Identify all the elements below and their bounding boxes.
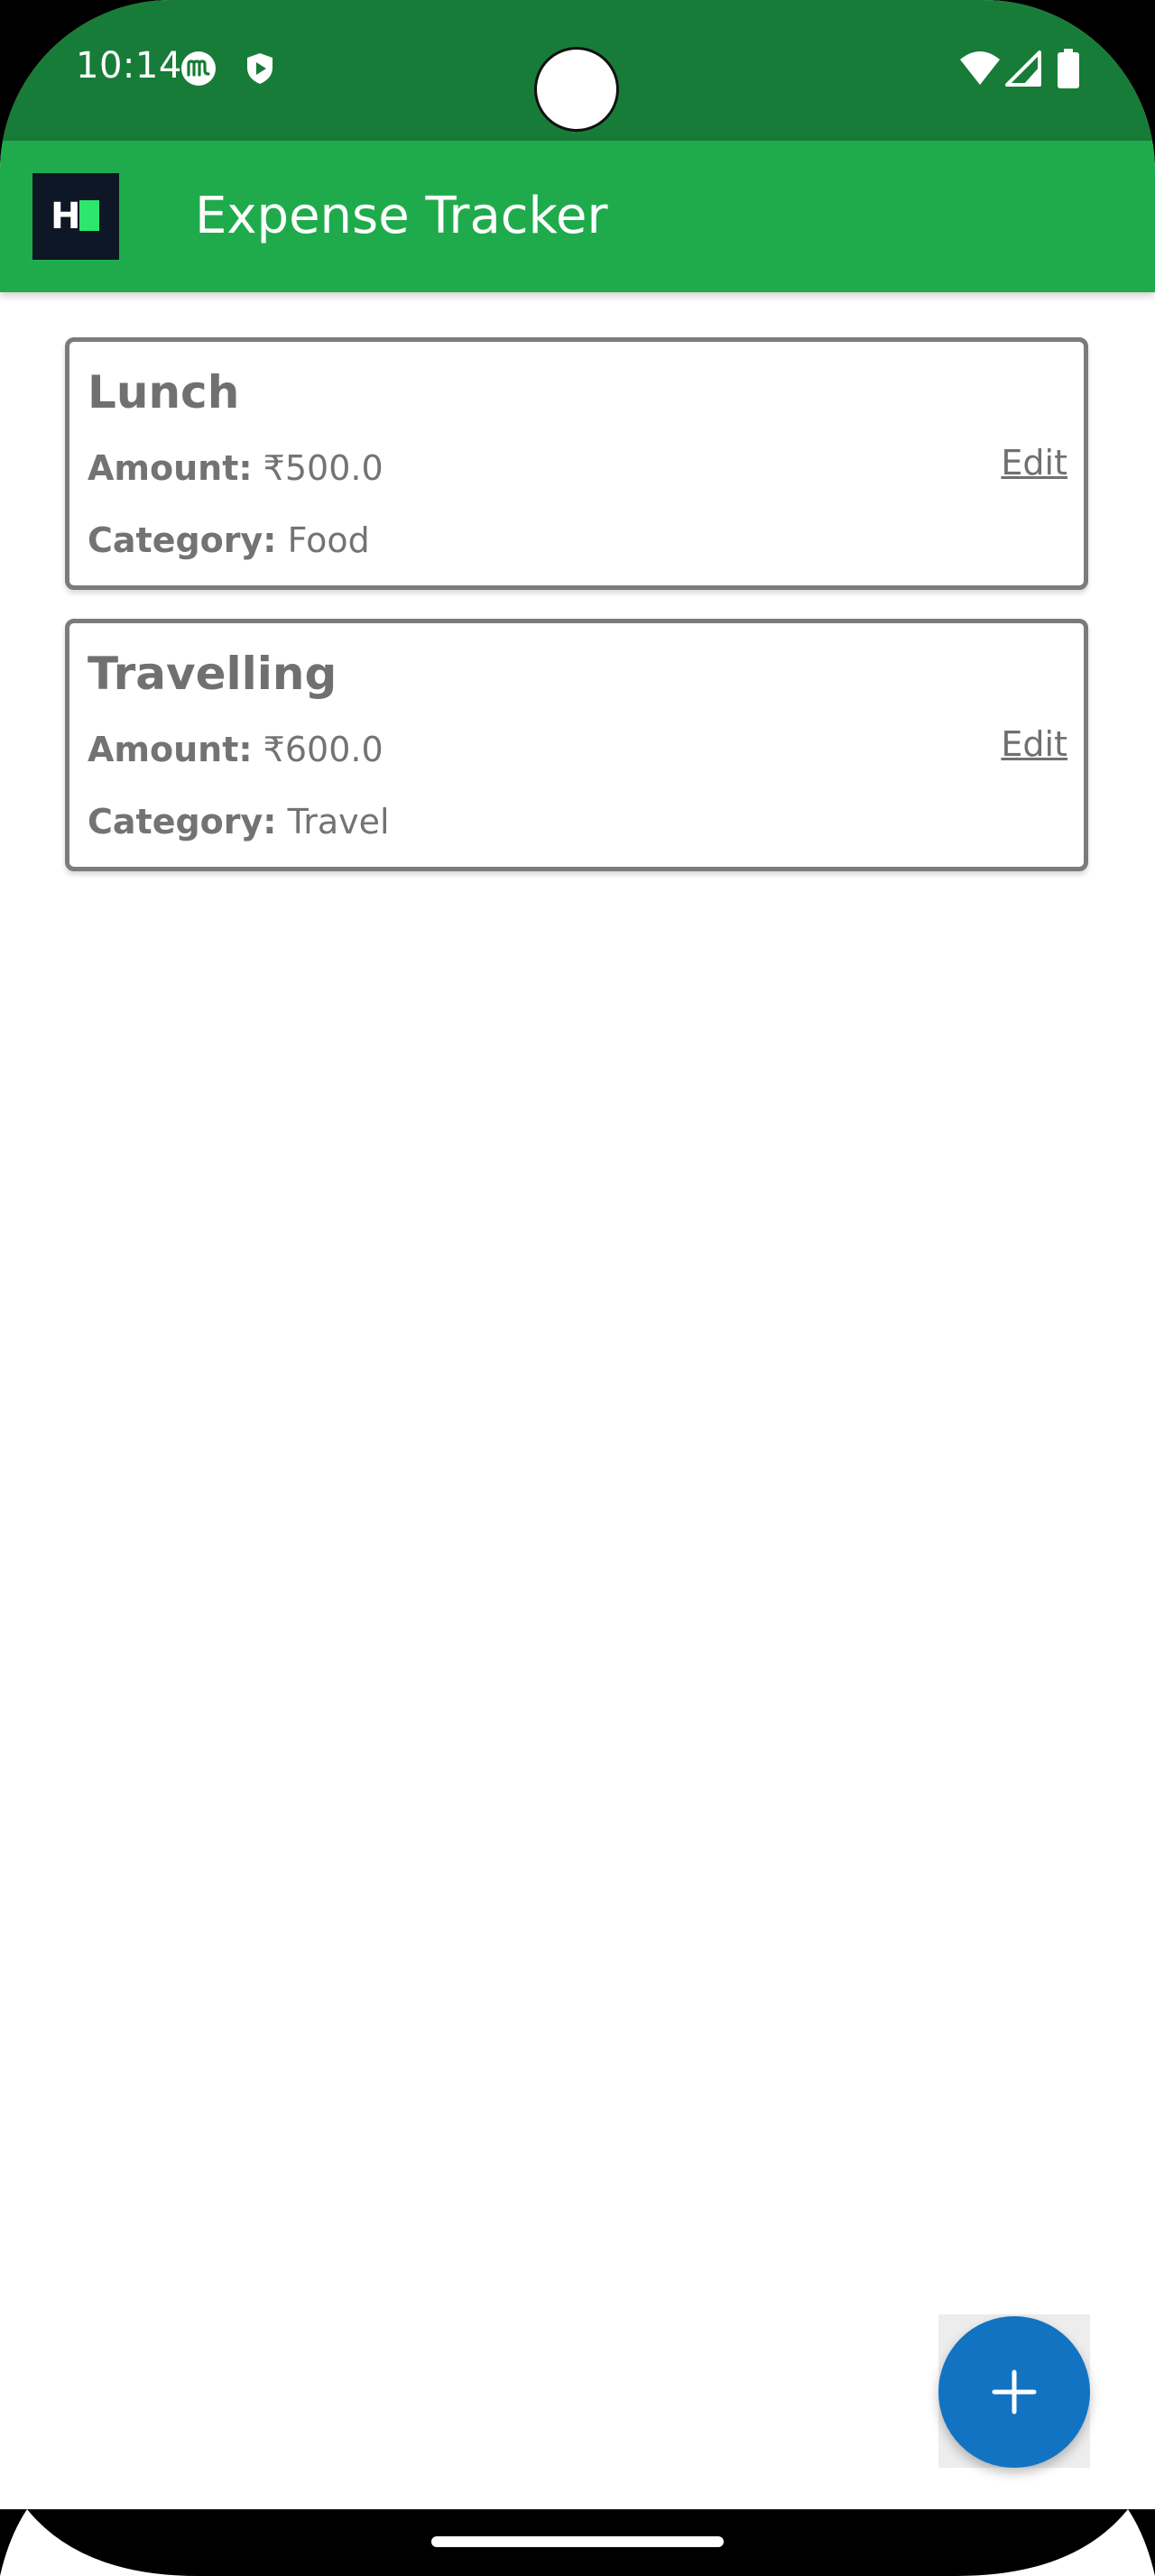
m-badge-icon	[181, 51, 216, 86]
edit-link[interactable]: Edit	[1001, 441, 1067, 484]
expense-title: Travelling	[88, 648, 337, 700]
category-label: Category:	[88, 802, 277, 842]
category-label: Category:	[88, 520, 277, 560]
wifi-icon	[960, 51, 1000, 85]
expense-category: Category: Food	[88, 519, 370, 562]
expense-amount: Amount: ₹600.0	[88, 728, 383, 771]
app-logo: H	[32, 173, 119, 260]
amount-value: ₹500.0	[263, 448, 383, 488]
expense-title: Lunch	[88, 366, 240, 419]
status-time: 10:14	[76, 45, 182, 87]
app-bar: H Expense Tracker	[0, 141, 1155, 292]
device-screen: 10:14 H Expense Tracker Lunch Amount: ₹5…	[0, 0, 1155, 2576]
status-bar: 10:14	[0, 0, 1155, 141]
amount-value: ₹600.0	[263, 730, 383, 769]
expense-card: Lunch Amount: ₹500.0 Category: Food Edit	[65, 337, 1088, 590]
battery-icon	[1058, 49, 1079, 88]
cellular-signal-icon	[1005, 51, 1041, 87]
category-value: Food	[287, 520, 370, 560]
logo-block	[79, 200, 99, 231]
expense-card: Travelling Amount: ₹600.0 Category: Trav…	[65, 619, 1088, 871]
shield-play-icon	[247, 53, 273, 84]
add-expense-button[interactable]	[938, 2316, 1090, 2468]
amount-label: Amount:	[88, 730, 253, 769]
home-indicator[interactable]	[431, 2536, 724, 2547]
expense-category: Category: Travel	[88, 800, 390, 843]
category-value: Travel	[287, 802, 390, 842]
plus-icon	[992, 2369, 1037, 2415]
expense-amount: Amount: ₹500.0	[88, 446, 383, 490]
logo-letter: H	[51, 196, 81, 237]
app-title: Expense Tracker	[195, 187, 608, 245]
camera-cutout	[534, 47, 619, 132]
amount-label: Amount:	[88, 448, 253, 488]
edit-link[interactable]: Edit	[1001, 722, 1067, 766]
